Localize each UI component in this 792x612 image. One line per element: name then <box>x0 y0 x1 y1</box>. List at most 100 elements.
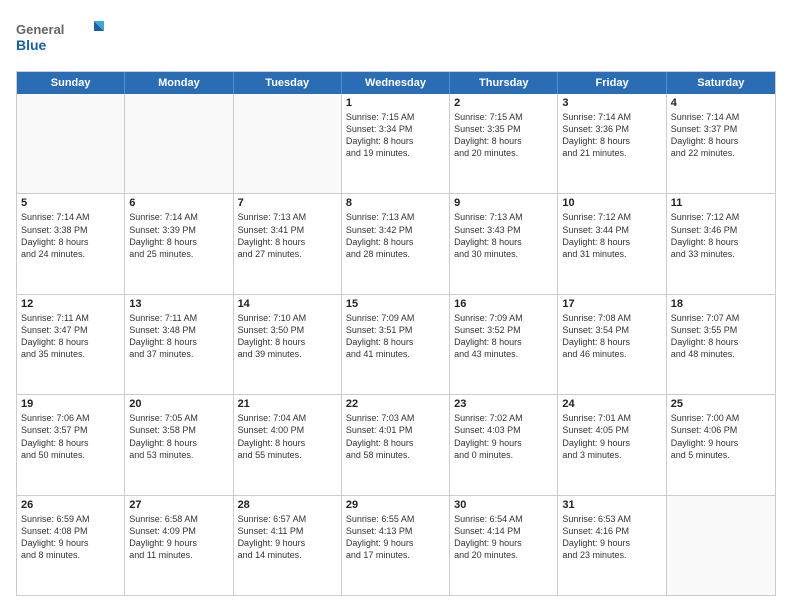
calendar-cell: 15Sunrise: 7:09 AM Sunset: 3:51 PM Dayli… <box>342 295 450 394</box>
day-number: 8 <box>346 197 445 209</box>
day-number: 6 <box>129 197 228 209</box>
calendar-cell: 27Sunrise: 6:58 AM Sunset: 4:09 PM Dayli… <box>125 496 233 595</box>
logo-svg: General Blue <box>16 16 106 61</box>
logo: General Blue <box>16 16 106 61</box>
day-info: Sunrise: 7:08 AM Sunset: 3:54 PM Dayligh… <box>562 312 661 361</box>
day-number: 16 <box>454 298 553 310</box>
calendar-cell: 10Sunrise: 7:12 AM Sunset: 3:44 PM Dayli… <box>558 194 666 293</box>
calendar-cell: 20Sunrise: 7:05 AM Sunset: 3:58 PM Dayli… <box>125 395 233 494</box>
header-day-sunday: Sunday <box>17 72 125 94</box>
calendar-cell: 4Sunrise: 7:14 AM Sunset: 3:37 PM Daylig… <box>667 94 775 193</box>
page: General Blue SundayMondayTuesdayWednesda… <box>0 0 792 612</box>
calendar-week-5: 26 Sunrise: 6:59 AM Sunset: 4:08 PM Dayli… <box>17 496 775 595</box>
day-number: 7 <box>238 197 337 209</box>
header-day-thursday: Thursday <box>450 72 558 94</box>
calendar-cell: 25 Sunrise: 7:00 AM Sunset: 4:06 PM Dayli… <box>667 395 775 494</box>
day-number: 31 <box>562 499 661 511</box>
calendar-cell: 9 Sunrise: 7:13 AM Sunset: 3:43 PM Daylig… <box>450 194 558 293</box>
day-info: Sunrise: 7:13 AM Sunset: 3:43 PM Dayligh… <box>454 211 553 260</box>
calendar-cell: 21 Sunrise: 7:04 AM Sunset: 4:00 PM Dayli… <box>234 395 342 494</box>
day-number: 21 <box>238 398 337 410</box>
day-number: 17 <box>562 298 661 310</box>
day-number: 1 <box>346 97 445 109</box>
day-info: Sunrise: 7:10 AM Sunset: 3:50 PM Dayligh… <box>238 312 337 361</box>
calendar-cell: 13Sunrise: 7:11 AM Sunset: 3:48 PM Dayli… <box>125 295 233 394</box>
day-number: 14 <box>238 298 337 310</box>
day-number: 3 <box>562 97 661 109</box>
day-number: 5 <box>21 197 120 209</box>
calendar-cell <box>125 94 233 193</box>
calendar-cell: 7Sunrise: 7:13 AM Sunset: 3:41 PM Daylig… <box>234 194 342 293</box>
day-info: Sunrise: 6:59 AM Sunset: 4:08 PM Dayligh… <box>21 513 120 562</box>
calendar-week-1: 1Sunrise: 7:15 AM Sunset: 3:34 PM Daylig… <box>17 94 775 194</box>
calendar-cell <box>667 496 775 595</box>
day-number: 9 <box>454 197 553 209</box>
header-day-saturday: Saturday <box>667 72 775 94</box>
day-info: Sunrise: 7:14 AM Sunset: 3:39 PM Dayligh… <box>129 211 228 260</box>
header-day-friday: Friday <box>558 72 666 94</box>
calendar-cell: 11 Sunrise: 7:12 AM Sunset: 3:46 PM Dayli… <box>667 194 775 293</box>
calendar-cell: 14 Sunrise: 7:10 AM Sunset: 3:50 PM Dayli… <box>234 295 342 394</box>
day-number: 12 <box>21 298 120 310</box>
calendar-cell: 28 Sunrise: 6:57 AM Sunset: 4:11 PM Dayli… <box>234 496 342 595</box>
day-number: 26 <box>21 499 120 511</box>
day-number: 24 <box>562 398 661 410</box>
calendar-cell: 29 Sunrise: 6:55 AM Sunset: 4:13 PM Dayli… <box>342 496 450 595</box>
day-info: Sunrise: 7:12 AM Sunset: 3:44 PM Dayligh… <box>562 211 661 260</box>
day-info: Sunrise: 7:07 AM Sunset: 3:55 PM Dayligh… <box>671 312 771 361</box>
header-day-wednesday: Wednesday <box>342 72 450 94</box>
day-number: 4 <box>671 97 771 109</box>
header-day-tuesday: Tuesday <box>234 72 342 94</box>
day-info: Sunrise: 7:09 AM Sunset: 3:52 PM Dayligh… <box>454 312 553 361</box>
day-number: 30 <box>454 499 553 511</box>
calendar-week-4: 19Sunrise: 7:06 AM Sunset: 3:57 PM Dayli… <box>17 395 775 495</box>
day-info: Sunrise: 7:14 AM Sunset: 3:36 PM Dayligh… <box>562 111 661 160</box>
day-info: Sunrise: 7:03 AM Sunset: 4:01 PM Dayligh… <box>346 412 445 461</box>
svg-text:General: General <box>16 22 64 37</box>
day-number: 23 <box>454 398 553 410</box>
header-day-monday: Monday <box>125 72 233 94</box>
calendar-cell: 31Sunrise: 6:53 AM Sunset: 4:16 PM Dayli… <box>558 496 666 595</box>
calendar-cell: 19Sunrise: 7:06 AM Sunset: 3:57 PM Dayli… <box>17 395 125 494</box>
calendar-cell: 17 Sunrise: 7:08 AM Sunset: 3:54 PM Dayli… <box>558 295 666 394</box>
calendar-cell: 16 Sunrise: 7:09 AM Sunset: 3:52 PM Dayli… <box>450 295 558 394</box>
calendar-header: SundayMondayTuesdayWednesdayThursdayFrid… <box>17 72 775 94</box>
calendar-cell: 5 Sunrise: 7:14 AM Sunset: 3:38 PM Daylig… <box>17 194 125 293</box>
day-info: Sunrise: 7:11 AM Sunset: 3:48 PM Dayligh… <box>129 312 228 361</box>
calendar-cell <box>234 94 342 193</box>
calendar-cell: 1Sunrise: 7:15 AM Sunset: 3:34 PM Daylig… <box>342 94 450 193</box>
calendar-cell: 23 Sunrise: 7:02 AM Sunset: 4:03 PM Dayli… <box>450 395 558 494</box>
day-number: 15 <box>346 298 445 310</box>
calendar-cell: 12 Sunrise: 7:11 AM Sunset: 3:47 PM Dayli… <box>17 295 125 394</box>
day-info: Sunrise: 7:02 AM Sunset: 4:03 PM Dayligh… <box>454 412 553 461</box>
day-number: 18 <box>671 298 771 310</box>
svg-text:Blue: Blue <box>16 37 47 53</box>
calendar-cell: 2Sunrise: 7:15 AM Sunset: 3:35 PM Daylig… <box>450 94 558 193</box>
day-info: Sunrise: 7:15 AM Sunset: 3:35 PM Dayligh… <box>454 111 553 160</box>
day-info: Sunrise: 7:00 AM Sunset: 4:06 PM Dayligh… <box>671 412 771 461</box>
day-info: Sunrise: 6:55 AM Sunset: 4:13 PM Dayligh… <box>346 513 445 562</box>
day-number: 19 <box>21 398 120 410</box>
calendar-week-3: 12 Sunrise: 7:11 AM Sunset: 3:47 PM Dayli… <box>17 295 775 395</box>
calendar-week-2: 5 Sunrise: 7:14 AM Sunset: 3:38 PM Daylig… <box>17 194 775 294</box>
calendar-cell: 26 Sunrise: 6:59 AM Sunset: 4:08 PM Dayli… <box>17 496 125 595</box>
day-info: Sunrise: 7:11 AM Sunset: 3:47 PM Dayligh… <box>21 312 120 361</box>
calendar-cell: 8 Sunrise: 7:13 AM Sunset: 3:42 PM Daylig… <box>342 194 450 293</box>
day-info: Sunrise: 7:12 AM Sunset: 3:46 PM Dayligh… <box>671 211 771 260</box>
day-number: 11 <box>671 197 771 209</box>
day-info: Sunrise: 7:04 AM Sunset: 4:00 PM Dayligh… <box>238 412 337 461</box>
day-number: 25 <box>671 398 771 410</box>
day-info: Sunrise: 7:01 AM Sunset: 4:05 PM Dayligh… <box>562 412 661 461</box>
calendar-cell: 3 Sunrise: 7:14 AM Sunset: 3:36 PM Daylig… <box>558 94 666 193</box>
day-info: Sunrise: 7:14 AM Sunset: 3:38 PM Dayligh… <box>21 211 120 260</box>
header: General Blue <box>16 16 776 61</box>
calendar-cell: 24 Sunrise: 7:01 AM Sunset: 4:05 PM Dayli… <box>558 395 666 494</box>
day-number: 20 <box>129 398 228 410</box>
calendar-cell: 30Sunrise: 6:54 AM Sunset: 4:14 PM Dayli… <box>450 496 558 595</box>
day-info: Sunrise: 6:57 AM Sunset: 4:11 PM Dayligh… <box>238 513 337 562</box>
calendar-body: 1Sunrise: 7:15 AM Sunset: 3:34 PM Daylig… <box>17 94 775 595</box>
day-number: 28 <box>238 499 337 511</box>
calendar-cell: 18 Sunrise: 7:07 AM Sunset: 3:55 PM Dayli… <box>667 295 775 394</box>
day-number: 29 <box>346 499 445 511</box>
day-info: Sunrise: 7:13 AM Sunset: 3:42 PM Dayligh… <box>346 211 445 260</box>
